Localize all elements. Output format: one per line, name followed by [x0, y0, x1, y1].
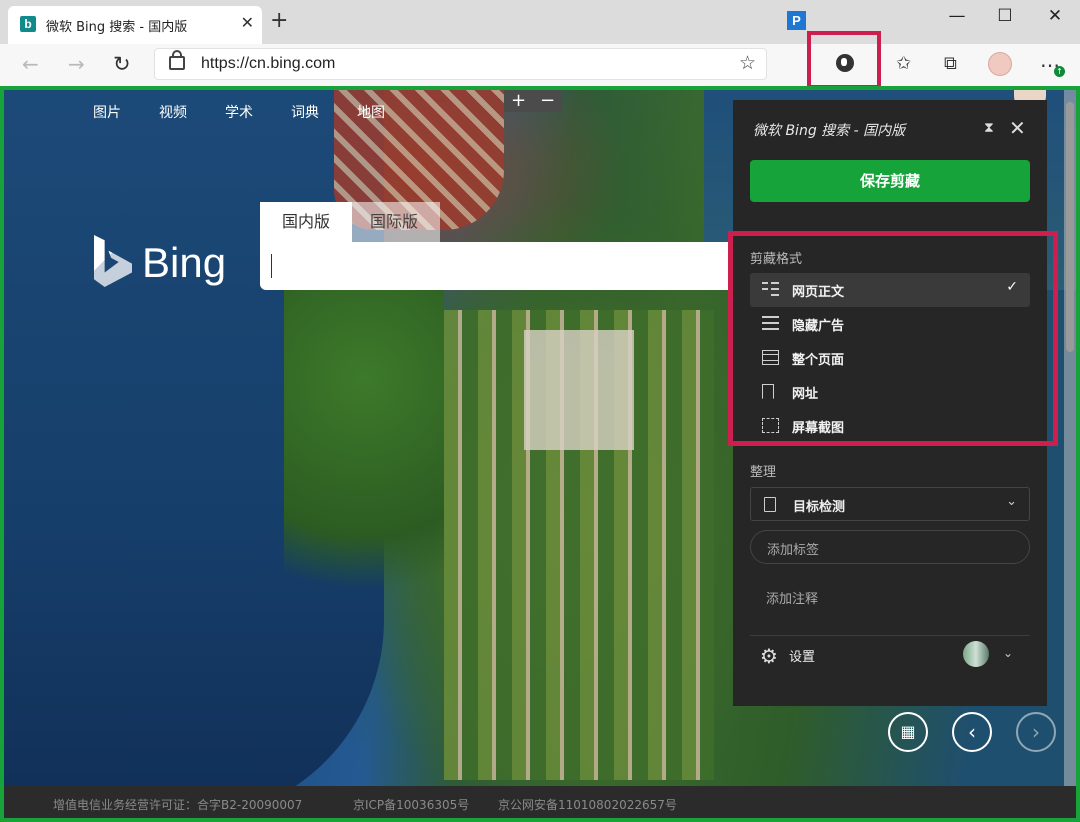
chevron-down-icon: ⌄ — [1006, 494, 1017, 509]
previous-image-icon[interactable]: ‹ — [952, 712, 992, 752]
collapse-icon[interactable]: ⧗ — [984, 120, 994, 136]
nav-images[interactable]: 图片 — [93, 102, 121, 122]
address-url[interactable]: https://cn.bing.com — [201, 55, 335, 73]
gear-icon[interactable]: ⚙ — [760, 644, 778, 668]
tab-title: 微软 Bing 搜索 - 国内版 — [46, 20, 188, 35]
zoom-out-button[interactable]: − — [533, 90, 562, 112]
maximize-button[interactable]: ☐ — [982, 6, 1028, 26]
tab-international[interactable]: 国际版 — [348, 202, 440, 242]
back-arrow-icon[interactable]: ← — [22, 52, 39, 76]
extension-p-icon[interactable]: P — [787, 11, 806, 30]
background-trees — [284, 270, 444, 630]
page-footer: 增值电信业务经营许可证：合字B2-20090007 京ICP备10036305号… — [4, 786, 1076, 818]
panel-divider — [750, 635, 1030, 636]
account-avatar[interactable] — [963, 641, 989, 667]
zoom-in-button[interactable]: + — [504, 90, 533, 112]
address-bar[interactable]: https://cn.bing.com ☆ — [154, 48, 767, 80]
nav-academic[interactable]: 学术 — [225, 102, 253, 122]
save-clip-button[interactable]: 保存剪藏 — [750, 160, 1030, 202]
footer-icp[interactable]: 京ICP备10036305号 — [353, 796, 469, 813]
update-badge-icon: ↑ — [1054, 66, 1065, 77]
lock-icon — [169, 50, 185, 70]
evernote-elephant-icon[interactable] — [836, 54, 854, 72]
settings-label[interactable]: 设置 — [789, 646, 815, 665]
browser-toolbar: ← → ↻ https://cn.bing.com ☆ ✩ ⧉ … — [0, 44, 1080, 87]
minimize-button[interactable]: — — [934, 6, 980, 26]
bing-logo-text: Bing — [142, 239, 227, 286]
tab-domestic[interactable]: 国内版 — [260, 202, 352, 242]
clip-title[interactable]: 微软 Bing 搜索 - 国内版 — [753, 120, 905, 140]
panel-close-icon[interactable]: ✕ — [1009, 116, 1026, 140]
new-tab-button[interactable]: + — [270, 10, 288, 32]
tab-strip: b 微软 Bing 搜索 - 国内版 ✕ + — ☐ ✕ — [0, 0, 1080, 44]
clip-format-highlight — [728, 231, 1058, 446]
search-input[interactable] — [260, 242, 740, 290]
profile-avatar[interactable] — [988, 52, 1012, 76]
bing-b-icon — [94, 235, 132, 287]
window-close-button[interactable]: ✕ — [1032, 6, 1078, 26]
notebook-icon — [764, 497, 776, 512]
background-courtyard — [524, 330, 634, 450]
bing-logo[interactable]: Bing — [94, 235, 226, 287]
collections-icon[interactable]: ⧉ — [944, 53, 957, 74]
nav-dictionary[interactable]: 词典 — [291, 102, 319, 122]
account-chevron-down-icon[interactable]: ⌄ — [1003, 646, 1013, 660]
page-scrollbar[interactable] — [1064, 90, 1076, 786]
nav-maps[interactable]: 地图 — [357, 102, 385, 122]
nav-videos[interactable]: 视频 — [159, 102, 187, 122]
favorite-star-icon[interactable]: ☆ — [739, 52, 756, 74]
qr-code-icon[interactable]: ▦ — [888, 712, 928, 752]
remark-input[interactable]: 添加注释 — [766, 588, 818, 607]
notebook-name: 目标检测 — [793, 500, 846, 515]
footer-police[interactable]: 京公网安备11010802022657号 — [498, 796, 677, 813]
text-caret — [271, 254, 272, 278]
scrollbar-thumb[interactable] — [1066, 102, 1074, 352]
bing-favicon-icon: b — [20, 16, 36, 32]
browser-tab[interactable]: b 微软 Bing 搜索 - 国内版 ✕ — [8, 6, 262, 44]
notebook-select[interactable]: 目标检测 ⌄ — [750, 487, 1030, 521]
footer-license[interactable]: 增值电信业务经营许可证：合字B2-20090007 — [53, 796, 302, 813]
tab-close-icon[interactable]: ✕ — [241, 13, 254, 32]
organize-label: 整理 — [750, 465, 777, 480]
refresh-icon[interactable]: ↻ — [113, 52, 131, 76]
forward-arrow-icon[interactable]: → — [68, 52, 85, 76]
zoom-control: + − — [504, 90, 562, 112]
favorites-list-icon[interactable]: ✩ — [896, 53, 911, 74]
next-image-icon[interactable]: › — [1016, 712, 1056, 752]
tag-input[interactable]: 添加标签 — [750, 530, 1030, 564]
